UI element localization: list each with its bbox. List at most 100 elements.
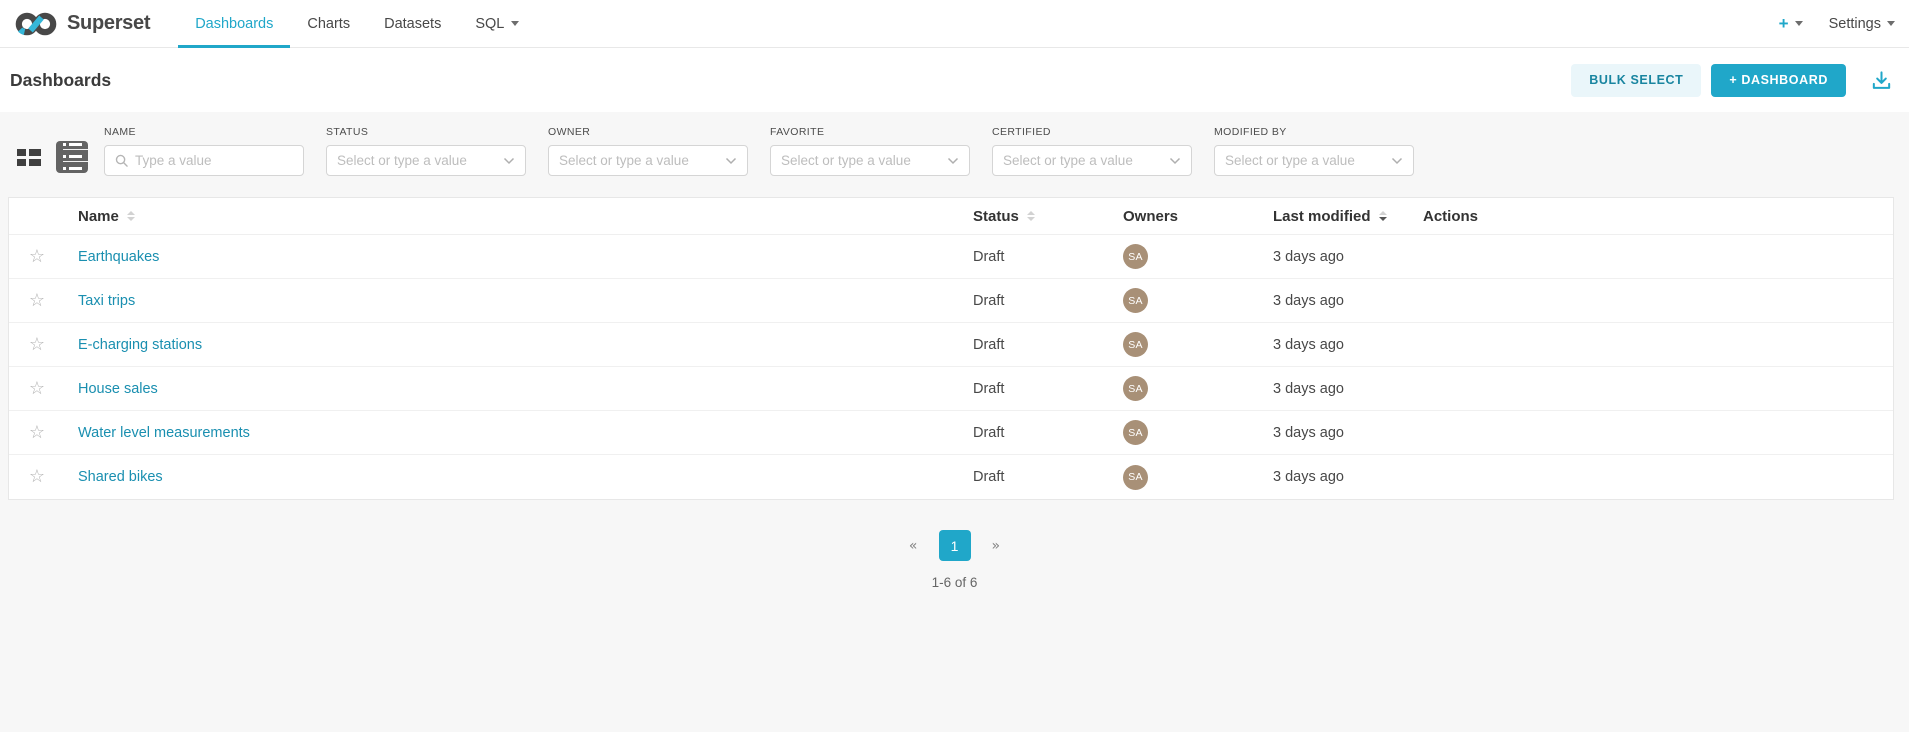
nav-tab-label: Charts bbox=[307, 16, 350, 32]
owner-avatar[interactable]: SA bbox=[1123, 465, 1148, 490]
list-icon bbox=[63, 153, 88, 162]
nav-tab-dashboards[interactable]: Dashboards bbox=[178, 0, 290, 47]
table-row-house-sales: ☆ House sales Draft SA 3 days ago bbox=[9, 367, 1893, 411]
nav-tab-datasets[interactable]: Datasets bbox=[367, 0, 458, 47]
table-row-e-charging-stations: ☆ E-charging stations Draft SA 3 days ag… bbox=[9, 323, 1893, 367]
new-dashboard-button[interactable]: + DASHBOARD bbox=[1711, 64, 1846, 97]
filter-name: NAME bbox=[104, 126, 304, 176]
dashboard-link[interactable]: House sales bbox=[78, 381, 158, 397]
column-header-last-modified[interactable]: Last modified bbox=[1273, 208, 1423, 225]
page-title: Dashboards bbox=[10, 70, 111, 91]
dashboards-list-view: NAME STATUS Select or type a value OWNER bbox=[0, 112, 1909, 732]
dashboard-link[interactable]: Taxi trips bbox=[78, 293, 135, 309]
favorite-star-icon[interactable]: ☆ bbox=[29, 292, 45, 310]
owner-avatar[interactable]: SA bbox=[1123, 376, 1148, 401]
search-icon bbox=[115, 154, 128, 167]
new-item-menu-button[interactable]: + bbox=[1779, 14, 1803, 34]
column-header-name[interactable]: Name bbox=[65, 208, 973, 225]
column-label: Last modified bbox=[1273, 208, 1371, 225]
prev-page-button[interactable]: « bbox=[909, 538, 918, 554]
select-placeholder: Select or type a value bbox=[559, 153, 718, 168]
select-placeholder: Select or type a value bbox=[1003, 153, 1162, 168]
superset-infinity-icon bbox=[14, 10, 58, 38]
list-view-toggle[interactable] bbox=[56, 141, 88, 173]
next-page-button[interactable]: » bbox=[992, 538, 1001, 554]
download-icon bbox=[1870, 69, 1893, 92]
owner-avatar[interactable]: SA bbox=[1123, 420, 1148, 445]
favorite-star-icon[interactable]: ☆ bbox=[29, 424, 45, 442]
favorite-select[interactable]: Select or type a value bbox=[770, 145, 970, 176]
favorite-star-icon[interactable]: ☆ bbox=[29, 380, 45, 398]
card-view-toggle[interactable] bbox=[13, 144, 45, 170]
settings-menu-button[interactable]: Settings bbox=[1829, 16, 1895, 32]
page-1-button[interactable]: 1 bbox=[939, 530, 971, 561]
nav-tab-sql[interactable]: SQL bbox=[458, 0, 536, 47]
column-label: Actions bbox=[1423, 208, 1478, 225]
status-cell: Draft bbox=[973, 425, 1123, 441]
filter-certified: CERTIFIED Select or type a value bbox=[992, 126, 1192, 176]
column-label: Owners bbox=[1123, 208, 1178, 225]
filter-label: FAVORITE bbox=[770, 126, 970, 138]
sort-icon bbox=[127, 211, 135, 221]
owner-avatar[interactable]: SA bbox=[1123, 244, 1148, 269]
last-modified-cell: 3 days ago bbox=[1273, 381, 1423, 397]
owner-avatar[interactable]: SA bbox=[1123, 288, 1148, 313]
top-navbar: Superset Dashboards Charts Datasets SQL … bbox=[0, 0, 1909, 48]
chevron-down-icon bbox=[947, 157, 959, 165]
view-mode-toggles bbox=[13, 141, 88, 173]
table-row-earthquakes: ☆ Earthquakes Draft SA 3 days ago bbox=[9, 235, 1893, 279]
sort-desc-icon bbox=[1379, 211, 1387, 221]
status-cell: Draft bbox=[973, 381, 1123, 397]
last-modified-cell: 3 days ago bbox=[1273, 249, 1423, 265]
chevron-down-icon bbox=[725, 157, 737, 165]
nav-tab-label: Datasets bbox=[384, 16, 441, 32]
certified-select[interactable]: Select or type a value bbox=[992, 145, 1192, 176]
chevron-down-icon bbox=[1887, 21, 1895, 26]
filter-label: NAME bbox=[104, 126, 304, 138]
dashboard-link[interactable]: Water level measurements bbox=[78, 425, 250, 441]
grid-icon bbox=[29, 149, 41, 156]
column-header-status[interactable]: Status bbox=[973, 208, 1123, 225]
select-placeholder: Select or type a value bbox=[781, 153, 940, 168]
name-search-field[interactable] bbox=[104, 145, 304, 176]
select-placeholder: Select or type a value bbox=[1225, 153, 1384, 168]
status-cell: Draft bbox=[973, 249, 1123, 265]
filter-label: CERTIFIED bbox=[992, 126, 1192, 138]
last-modified-cell: 3 days ago bbox=[1273, 293, 1423, 309]
column-header-actions: Actions bbox=[1423, 208, 1893, 225]
dashboard-link[interactable]: Earthquakes bbox=[78, 249, 159, 265]
dashboard-link[interactable]: E-charging stations bbox=[78, 337, 202, 353]
grid-icon bbox=[17, 149, 26, 156]
status-select[interactable]: Select or type a value bbox=[326, 145, 526, 176]
header-actions: BULK SELECT + DASHBOARD bbox=[1571, 64, 1893, 97]
export-dashboards-button[interactable] bbox=[1870, 69, 1893, 92]
table-row-water-level-measurements: ☆ Water level measurements Draft SA 3 da… bbox=[9, 411, 1893, 455]
filter-label: OWNER bbox=[548, 126, 748, 138]
name-search-input[interactable] bbox=[135, 153, 293, 168]
chevron-down-icon bbox=[503, 157, 515, 165]
table-row-taxi-trips: ☆ Taxi trips Draft SA 3 days ago bbox=[9, 279, 1893, 323]
filter-modified-by: MODIFIED BY Select or type a value bbox=[1214, 126, 1414, 176]
owner-select[interactable]: Select or type a value bbox=[548, 145, 748, 176]
nav-tab-charts[interactable]: Charts bbox=[290, 0, 367, 47]
modified-by-select[interactable]: Select or type a value bbox=[1214, 145, 1414, 176]
pagination: « 1 » bbox=[0, 530, 1909, 561]
grid-icon bbox=[17, 159, 26, 166]
chevron-down-icon bbox=[1795, 21, 1803, 26]
bulk-select-button[interactable]: BULK SELECT bbox=[1571, 64, 1701, 97]
superset-logo[interactable]: Superset bbox=[14, 0, 150, 47]
pagination-summary: 1-6 of 6 bbox=[0, 575, 1909, 590]
dashboard-link[interactable]: Shared bikes bbox=[78, 469, 163, 485]
chevron-down-icon bbox=[511, 21, 519, 26]
sort-icon bbox=[1027, 211, 1035, 221]
filter-owner: OWNER Select or type a value bbox=[548, 126, 748, 176]
owner-avatar[interactable]: SA bbox=[1123, 332, 1148, 357]
last-modified-cell: 3 days ago bbox=[1273, 337, 1423, 353]
main-nav-tabs: Dashboards Charts Datasets SQL bbox=[178, 0, 536, 47]
page-header: Dashboards BULK SELECT + DASHBOARD bbox=[0, 48, 1909, 112]
favorite-star-icon[interactable]: ☆ bbox=[29, 468, 45, 486]
dashboards-table: Name Status Owners Last modified Actions… bbox=[8, 197, 1894, 500]
favorite-star-icon[interactable]: ☆ bbox=[29, 248, 45, 266]
favorite-star-icon[interactable]: ☆ bbox=[29, 336, 45, 354]
column-label: Status bbox=[973, 208, 1019, 225]
